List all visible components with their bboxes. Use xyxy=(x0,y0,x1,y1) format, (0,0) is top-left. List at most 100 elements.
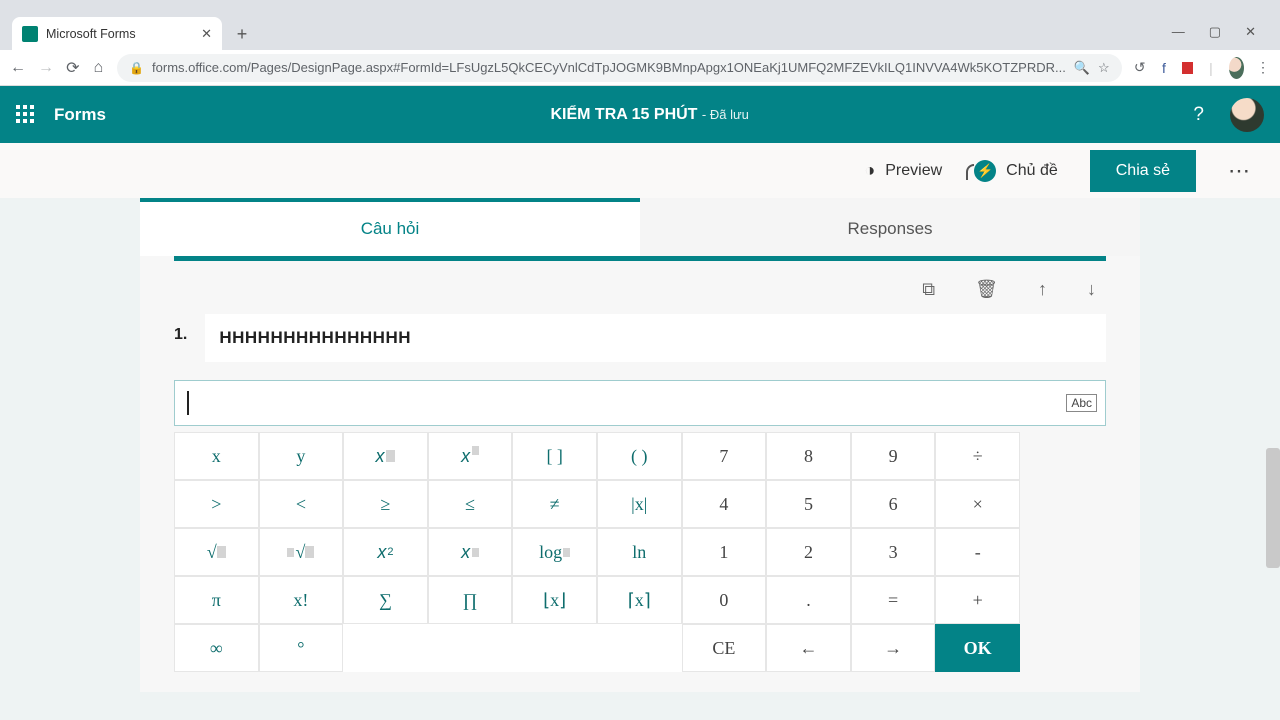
key-digit-9[interactable]: 9 xyxy=(851,432,936,480)
user-avatar-icon[interactable] xyxy=(1230,98,1264,132)
key-digit-0[interactable]: 0 xyxy=(682,576,767,624)
saved-status: - Đã lưu xyxy=(702,107,749,122)
app-launcher-icon[interactable] xyxy=(16,105,36,125)
key-ln[interactable]: ln xyxy=(597,528,682,576)
lock-icon: 🔒 xyxy=(129,61,144,75)
eye-icon: ◑ xyxy=(864,160,875,181)
key-divide[interactable]: ÷ xyxy=(935,432,1020,480)
key-log[interactable]: log xyxy=(512,528,597,576)
key-digit-5[interactable]: 5 xyxy=(766,480,851,528)
lightning-icon: ⚡ xyxy=(974,160,996,182)
key-multiply[interactable]: × xyxy=(935,480,1020,528)
key-digit-1[interactable]: 1 xyxy=(682,528,767,576)
key-decimal[interactable]: . xyxy=(766,576,851,624)
key-gte[interactable]: ≥ xyxy=(343,480,428,528)
facebook-ext-icon[interactable]: f xyxy=(1158,59,1170,77)
history-ext-icon[interactable]: ↺ xyxy=(1134,59,1146,77)
key-x-sup[interactable]: x xyxy=(428,432,513,480)
key-digit-4[interactable]: 4 xyxy=(682,480,767,528)
preview-label: Preview xyxy=(885,162,942,180)
minimize-icon[interactable]: — xyxy=(1172,24,1185,40)
browser-tab-active[interactable]: Microsoft Forms ✕ xyxy=(12,17,222,50)
maximize-icon[interactable]: ▢ xyxy=(1209,24,1221,40)
home-icon[interactable]: ⌂ xyxy=(92,59,106,77)
math-answer-input[interactable]: Abc xyxy=(174,380,1106,426)
key-arrow-right[interactable]: → xyxy=(851,624,936,672)
key-lt[interactable]: < xyxy=(259,480,344,528)
question-toolbar: ⧉ 🗑 ↑ ↓ xyxy=(174,261,1106,314)
flag-ext-icon[interactable] xyxy=(1182,62,1193,74)
theme-button[interactable]: ⚡ Chủ đề xyxy=(974,160,1058,182)
key-digit-3[interactable]: 3 xyxy=(851,528,936,576)
preview-button[interactable]: ◑ Preview xyxy=(864,160,942,181)
window-controls: — ▢ ✕ xyxy=(1172,24,1272,50)
key-plus[interactable]: + xyxy=(935,576,1020,624)
key-pi[interactable]: π xyxy=(174,576,259,624)
key-nth-root[interactable]: √ xyxy=(259,528,344,576)
forward-icon[interactable]: → xyxy=(38,59,54,77)
key-floor[interactable]: ⌊x⌋ xyxy=(512,576,597,624)
arrow-up-icon[interactable]: ↑ xyxy=(1038,279,1047,300)
action-bar: ◑ Preview ⚡ Chủ đề Chia sẻ ⋯ xyxy=(0,143,1280,198)
tab-questions-label: Câu hỏi xyxy=(361,219,420,239)
key-factorial[interactable]: x! xyxy=(259,576,344,624)
form-tabs: Câu hỏi Responses xyxy=(140,198,1140,256)
close-icon[interactable]: ✕ xyxy=(201,26,212,42)
question-title-input[interactable]: HHHHHHHHHHHHHHH xyxy=(205,314,1106,362)
key-var-x[interactable]: x xyxy=(174,432,259,480)
abc-toggle[interactable]: Abc xyxy=(1066,394,1097,412)
key-sum[interactable]: ∑ xyxy=(343,576,428,624)
key-gt[interactable]: > xyxy=(174,480,259,528)
question-number: 1. xyxy=(174,314,187,344)
key-degree[interactable]: ° xyxy=(259,624,344,672)
back-icon[interactable]: ← xyxy=(10,59,26,77)
key-lte[interactable]: ≤ xyxy=(428,480,513,528)
key-sqrt[interactable]: √ xyxy=(174,528,259,576)
profile-avatar-icon[interactable] xyxy=(1229,57,1244,79)
key-neq[interactable]: ≠ xyxy=(512,480,597,528)
zoom-icon[interactable]: 🔍 xyxy=(1074,60,1090,76)
star-icon[interactable]: ☆ xyxy=(1098,60,1110,76)
key-infinity[interactable]: ∞ xyxy=(174,624,259,672)
key-abs[interactable]: |x| xyxy=(597,480,682,528)
key-ok[interactable]: OK xyxy=(935,624,1020,672)
tab-questions[interactable]: Câu hỏi xyxy=(140,198,640,256)
kebab-menu-icon[interactable]: ⋮ xyxy=(1256,59,1270,77)
tab-responses[interactable]: Responses xyxy=(640,198,1140,256)
trash-icon[interactable]: 🗑 xyxy=(975,279,998,300)
key-digit-8[interactable]: 8 xyxy=(766,432,851,480)
key-ceil[interactable]: ⌈x⌉ xyxy=(597,576,682,624)
key-equals[interactable]: = xyxy=(851,576,936,624)
arrow-down-icon[interactable]: ↓ xyxy=(1087,279,1096,300)
form-title: KIỂM TRA 15 PHÚT xyxy=(550,106,697,123)
app-name[interactable]: Forms xyxy=(54,105,106,125)
caret-icon xyxy=(187,391,189,415)
reload-icon[interactable]: ⟳ xyxy=(66,58,80,78)
new-tab-button[interactable]: + xyxy=(228,20,256,48)
key-digit-2[interactable]: 2 xyxy=(766,528,851,576)
question-editor: ⧉ 🗑 ↑ ↓ 1. HHHHHHHHHHHHHHH Abc xyxx[ ]( … xyxy=(140,256,1140,692)
key-clear[interactable]: CE xyxy=(682,624,767,672)
more-menu-icon[interactable]: ⋯ xyxy=(1228,158,1252,184)
key-arrow-left[interactable]: ← xyxy=(766,624,851,672)
content-area: Câu hỏi Responses ⧉ 🗑 ↑ ↓ 1. HHHHHHHHHHH… xyxy=(0,198,1280,720)
app-header: Forms KIỂM TRA 15 PHÚT - Đã lưu ? xyxy=(0,86,1280,143)
theme-label: Chủ đề xyxy=(1006,162,1058,180)
key-minus[interactable]: - xyxy=(935,528,1020,576)
help-icon[interactable]: ? xyxy=(1193,104,1204,126)
key-parens[interactable]: ( ) xyxy=(597,432,682,480)
key-digit-6[interactable]: 6 xyxy=(851,480,936,528)
close-window-icon[interactable]: ✕ xyxy=(1245,24,1256,40)
tab-title: Microsoft Forms xyxy=(46,27,193,41)
key-x-squared[interactable]: x2 xyxy=(343,528,428,576)
share-button[interactable]: Chia sẻ xyxy=(1090,150,1196,192)
copy-icon[interactable]: ⧉ xyxy=(922,279,935,300)
url-field[interactable]: 🔒 forms.office.com/Pages/DesignPage.aspx… xyxy=(117,54,1122,82)
scrollbar-thumb[interactable] xyxy=(1266,448,1280,568)
key-x-sub[interactable]: x xyxy=(343,432,428,480)
key-x-power[interactable]: x xyxy=(428,528,513,576)
key-digit-7[interactable]: 7 xyxy=(682,432,767,480)
key-product[interactable]: ∏ xyxy=(428,576,513,624)
key-var-y[interactable]: y xyxy=(259,432,344,480)
key-brackets[interactable]: [ ] xyxy=(512,432,597,480)
